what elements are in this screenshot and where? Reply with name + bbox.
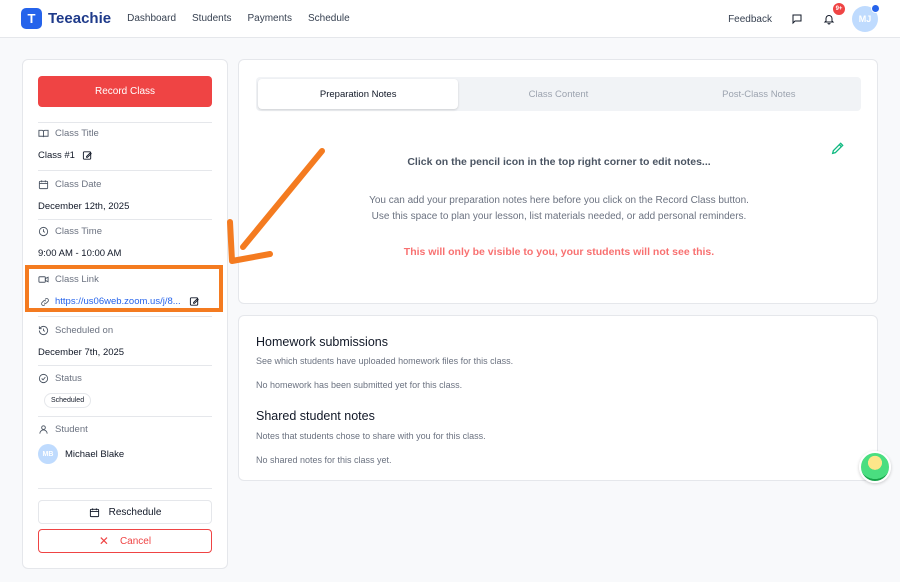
brand[interactable]: T Teeachie xyxy=(21,8,111,29)
student-field: Student MB Michael Blake xyxy=(38,424,214,464)
cancel-button[interactable]: ✕ Cancel xyxy=(38,529,212,553)
class-time-field: Class Time 9:00 AM - 10:00 AM xyxy=(38,226,214,259)
notification-badge: 9+ xyxy=(833,3,845,15)
divider xyxy=(38,170,212,171)
user-avatar[interactable]: MJ xyxy=(852,4,880,32)
user-icon xyxy=(39,425,48,434)
class-title-field: Class Title Class #1 xyxy=(38,128,214,161)
brand-name: Teeachie xyxy=(48,10,112,27)
scheduled-on-label: Scheduled on xyxy=(38,325,214,336)
avatar-status-icon xyxy=(871,4,880,13)
class-time-value: 9:00 AM - 10:00 AM xyxy=(38,248,122,259)
notes-tabs: Preparation Notes Class Content Post-Cla… xyxy=(256,77,861,111)
record-class-button[interactable]: Record Class xyxy=(38,76,212,107)
student-label: Student xyxy=(38,424,214,435)
nav-students[interactable]: Students xyxy=(192,13,231,24)
class-date-field: Class Date December 12th, 2025 xyxy=(38,179,214,212)
class-title-label: Class Title xyxy=(38,128,214,139)
divider xyxy=(38,122,212,123)
homework-empty: No homework has been submitted yet for t… xyxy=(256,380,463,390)
class-title-value: Class #1 xyxy=(38,150,214,161)
student-row[interactable]: MB Michael Blake xyxy=(38,444,214,464)
clock-icon xyxy=(38,226,49,237)
status-badge: Scheduled xyxy=(44,393,92,408)
divider xyxy=(38,365,212,366)
nav-dashboard[interactable]: Dashboard xyxy=(127,13,176,24)
chat-icon xyxy=(792,14,802,25)
scheduled-on-value: December 7th, 2025 xyxy=(38,347,125,358)
class-time-label: Class Time xyxy=(38,226,214,237)
status-field: Status Scheduled xyxy=(38,373,214,408)
logo-icon: T xyxy=(21,8,42,29)
tab-class-content[interactable]: Class Content xyxy=(458,79,658,109)
notes-visibility-warning: This will only be visible to you, your s… xyxy=(403,246,715,258)
main-nav: Dashboard Students Payments Schedule xyxy=(127,13,366,24)
status-label: Status xyxy=(38,373,214,384)
assistant-avatar-icon[interactable] xyxy=(859,451,891,483)
top-bar: T Teeachie Dashboard Students Payments S… xyxy=(0,0,900,38)
class-details-panel: Record Class Class Title Class #1 Class … xyxy=(22,59,228,569)
notes-description: You can add your preparation notes here … xyxy=(369,195,749,222)
feedback-link[interactable]: Feedback xyxy=(728,14,772,25)
pencil-icon[interactable] xyxy=(830,140,846,156)
user-initials: MJ xyxy=(858,14,872,24)
shared-notes-empty: No shared notes for this class yet. xyxy=(256,455,392,465)
divider xyxy=(38,416,212,417)
check-circle-icon xyxy=(38,373,49,384)
header-actions: Feedback 9+ MJ xyxy=(728,0,880,38)
class-date-label: Class Date xyxy=(38,179,214,190)
homework-subtitle: See which students have uploaded homewor… xyxy=(256,356,514,366)
class-link-highlight-box xyxy=(25,265,223,312)
edit-icon[interactable] xyxy=(82,150,93,161)
close-icon: ✕ xyxy=(98,534,109,548)
divider xyxy=(38,316,212,317)
chat-button[interactable] xyxy=(788,10,806,28)
shared-notes-subtitle: Notes that students chose to share with … xyxy=(256,431,486,441)
reschedule-button[interactable]: Reschedule xyxy=(38,500,212,524)
class-date-value: December 12th, 2025 xyxy=(38,201,130,212)
divider xyxy=(38,219,212,220)
bell-icon xyxy=(823,15,835,25)
homework-title: Homework submissions xyxy=(256,335,388,349)
calendar-icon xyxy=(89,507,99,517)
notifications-button[interactable]: 9+ xyxy=(820,3,845,28)
nav-payments[interactable]: Payments xyxy=(248,13,292,24)
history-icon xyxy=(38,325,49,336)
shared-notes-title: Shared student notes xyxy=(256,409,375,423)
student-name: Michael Blake xyxy=(65,448,125,460)
calendar-icon xyxy=(38,180,49,190)
tab-post-class-notes[interactable]: Post-Class Notes xyxy=(659,79,859,109)
tab-preparation-notes[interactable]: Preparation Notes xyxy=(258,79,459,109)
notes-card: Preparation Notes Class Content Post-Cla… xyxy=(238,59,878,304)
student-avatar: MB xyxy=(38,444,58,464)
scheduled-on-field: Scheduled on December 7th, 2025 xyxy=(38,325,214,358)
nav-schedule[interactable]: Schedule xyxy=(308,13,350,24)
notes-hint: Click on the pencil icon in the top righ… xyxy=(407,156,711,168)
book-icon xyxy=(38,129,49,138)
homework-card: Homework submissions See which students … xyxy=(238,315,878,481)
divider xyxy=(38,488,212,489)
